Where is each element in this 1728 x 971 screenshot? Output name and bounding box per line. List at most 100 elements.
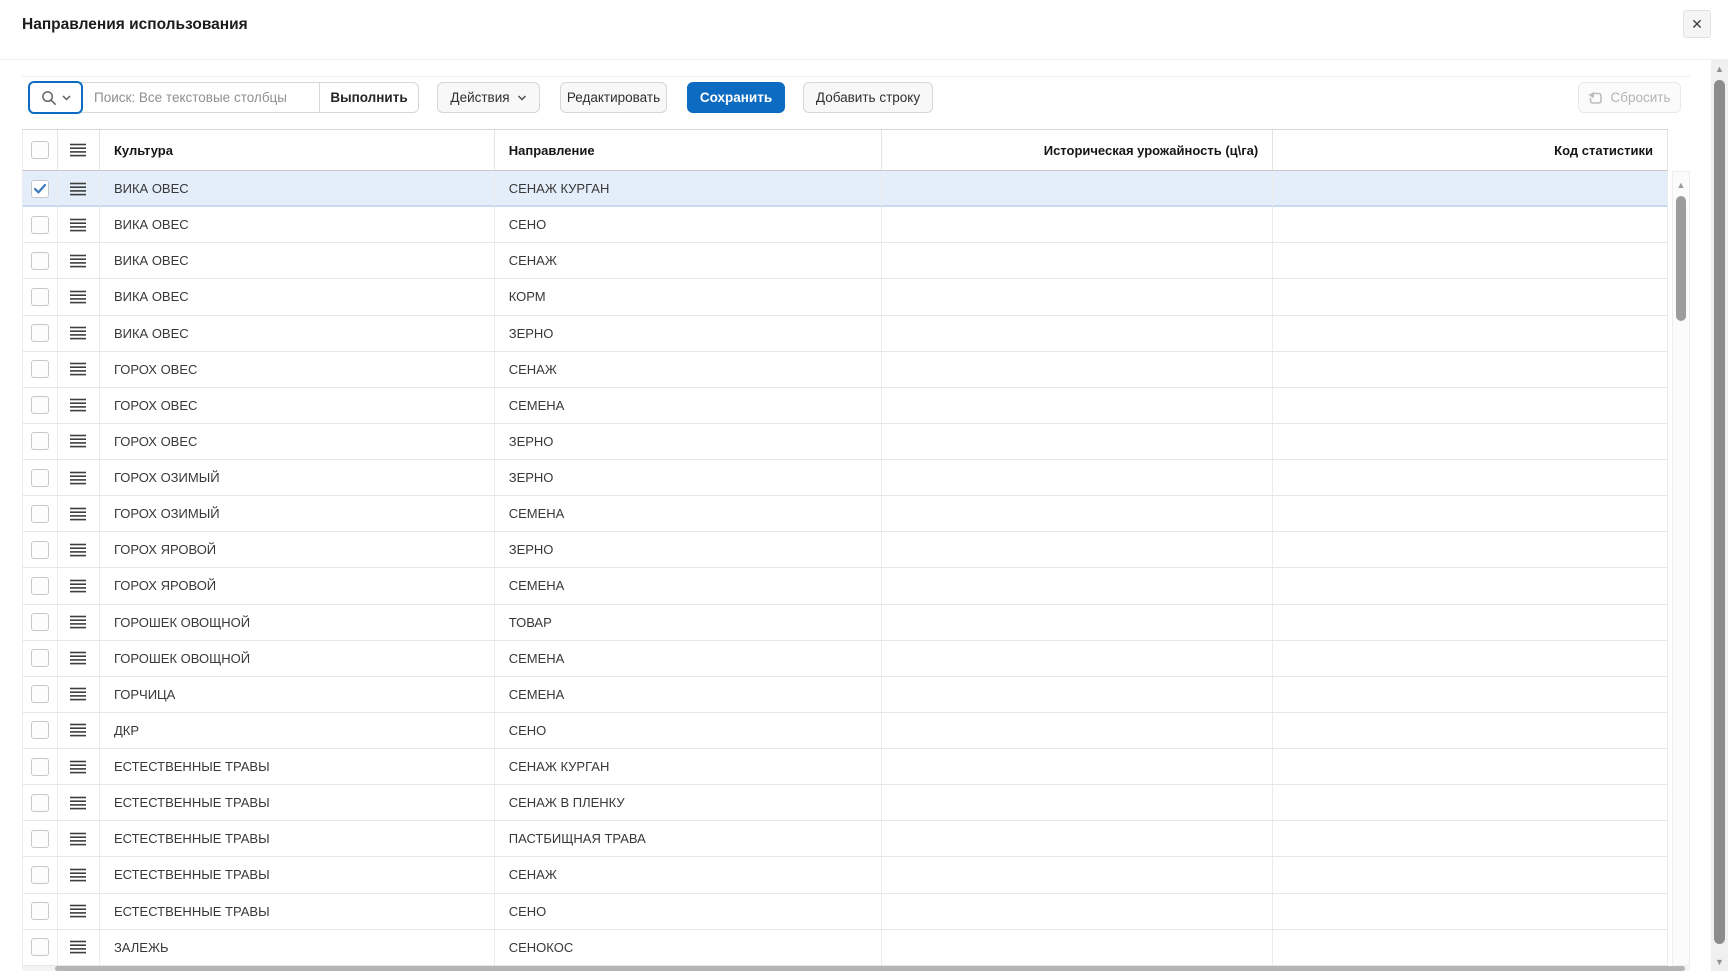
- cell-direction[interactable]: СЕНАЖ В ПЛЕНКУ: [495, 785, 883, 820]
- cell-stat-code[interactable]: [1273, 496, 1668, 531]
- row-menu-button[interactable]: [58, 821, 100, 856]
- cell-direction[interactable]: КОРМ: [495, 279, 883, 314]
- cell-stat-code[interactable]: [1273, 171, 1668, 206]
- table-row[interactable]: ЗАЛЕЖЬ СЕНОКОС: [22, 930, 1668, 966]
- cell-yield[interactable]: [882, 207, 1273, 242]
- cell-stat-code[interactable]: [1273, 641, 1668, 676]
- cell-stat-code[interactable]: [1273, 821, 1668, 856]
- cell-culture[interactable]: ЕСТЕСТВЕННЫЕ ТРАВЫ: [100, 857, 495, 892]
- table-row[interactable]: ГОРОХ ОВЕС СЕНАЖ: [22, 352, 1668, 388]
- row-menu-button[interactable]: [58, 857, 100, 892]
- row-checkbox[interactable]: [23, 930, 58, 965]
- cell-culture[interactable]: ГОРОХ ЯРОВОЙ: [100, 568, 495, 603]
- row-menu-button[interactable]: [58, 749, 100, 784]
- cell-direction[interactable]: СЕНАЖ: [495, 243, 883, 278]
- cell-direction[interactable]: СЕМЕНА: [495, 568, 883, 603]
- cell-stat-code[interactable]: [1273, 894, 1668, 929]
- table-row[interactable]: ВИКА ОВЕС СЕНАЖ КУРГАН: [22, 171, 1668, 207]
- cell-stat-code[interactable]: [1273, 460, 1668, 495]
- table-row[interactable]: ГОРЧИЦА СЕМЕНА: [22, 677, 1668, 713]
- cell-direction[interactable]: СЕНАЖ КУРГАН: [495, 171, 883, 206]
- row-menu-button[interactable]: [58, 171, 100, 206]
- reset-button[interactable]: Сбросить: [1578, 82, 1681, 113]
- cell-direction[interactable]: СЕНО: [495, 207, 883, 242]
- cell-stat-code[interactable]: [1273, 713, 1668, 748]
- row-menu-button[interactable]: [58, 460, 100, 495]
- cell-yield[interactable]: [882, 785, 1273, 820]
- row-checkbox[interactable]: [23, 605, 58, 640]
- cell-direction[interactable]: ЗЕРНО: [495, 532, 883, 567]
- table-row[interactable]: ГОРОХ ОЗИМЫЙ СЕМЕНА: [22, 496, 1668, 532]
- table-row[interactable]: ДКР СЕНО: [22, 713, 1668, 749]
- page-scrollbar-thumb[interactable]: [1714, 80, 1725, 944]
- cell-culture[interactable]: ГОРОХ ОВЕС: [100, 388, 495, 423]
- cell-direction[interactable]: ЗЕРНО: [495, 424, 883, 459]
- cell-yield[interactable]: [882, 243, 1273, 278]
- cell-culture[interactable]: ГОРОХ ЯРОВОЙ: [100, 532, 495, 567]
- cell-yield[interactable]: [882, 713, 1273, 748]
- table-row[interactable]: ГОРОШЕК ОВОЩНОЙ СЕМЕНА: [22, 641, 1668, 677]
- cell-culture[interactable]: ВИКА ОВЕС: [100, 316, 495, 351]
- row-checkbox[interactable]: [23, 857, 58, 892]
- cell-yield[interactable]: [882, 279, 1273, 314]
- row-menu-button[interactable]: [58, 243, 100, 278]
- column-header-culture[interactable]: Культура: [100, 130, 495, 170]
- row-checkbox[interactable]: [23, 243, 58, 278]
- scroll-up-icon[interactable]: ▲: [1711, 64, 1728, 74]
- row-menu-button[interactable]: [58, 568, 100, 603]
- column-header-direction[interactable]: Направление: [495, 130, 883, 170]
- cell-direction[interactable]: СЕМЕНА: [495, 496, 883, 531]
- edit-button[interactable]: Редактировать: [560, 82, 667, 113]
- cell-culture[interactable]: ГОРОХ ОЗИМЫЙ: [100, 496, 495, 531]
- close-button[interactable]: ✕: [1683, 10, 1711, 38]
- cell-direction[interactable]: ТОВАР: [495, 605, 883, 640]
- cell-yield[interactable]: [882, 352, 1273, 387]
- cell-direction[interactable]: СЕНО: [495, 894, 883, 929]
- cell-stat-code[interactable]: [1273, 243, 1668, 278]
- save-button[interactable]: Сохранить: [687, 82, 785, 113]
- row-checkbox[interactable]: [23, 207, 58, 242]
- cell-culture[interactable]: ДКР: [100, 713, 495, 748]
- cell-stat-code[interactable]: [1273, 388, 1668, 423]
- cell-stat-code[interactable]: [1273, 568, 1668, 603]
- row-checkbox[interactable]: [23, 279, 58, 314]
- row-checkbox[interactable]: [23, 424, 58, 459]
- cell-yield[interactable]: [882, 605, 1273, 640]
- table-row[interactable]: ГОРОХ ОЗИМЫЙ ЗЕРНО: [22, 460, 1668, 496]
- cell-direction[interactable]: СЕНАЖ: [495, 857, 883, 892]
- table-row[interactable]: ВИКА ОВЕС ЗЕРНО: [22, 316, 1668, 352]
- execute-button[interactable]: Выполнить: [319, 83, 418, 112]
- cell-yield[interactable]: [882, 424, 1273, 459]
- cell-culture[interactable]: ЗАЛЕЖЬ: [100, 930, 495, 965]
- cell-culture[interactable]: ГОРОШЕК ОВОЩНОЙ: [100, 641, 495, 676]
- row-menu-button[interactable]: [58, 641, 100, 676]
- cell-stat-code[interactable]: [1273, 279, 1668, 314]
- row-checkbox[interactable]: [23, 568, 58, 603]
- cell-yield[interactable]: [882, 496, 1273, 531]
- row-menu-button[interactable]: [58, 388, 100, 423]
- row-menu-button[interactable]: [58, 677, 100, 712]
- column-header-yield[interactable]: Историческая урожайность (ц\га): [882, 130, 1273, 170]
- row-checkbox[interactable]: [23, 388, 58, 423]
- cell-culture[interactable]: ЕСТЕСТВЕННЫЕ ТРАВЫ: [100, 785, 495, 820]
- row-checkbox[interactable]: [23, 316, 58, 351]
- cell-culture[interactable]: ГОРОХ ОЗИМЫЙ: [100, 460, 495, 495]
- cell-stat-code[interactable]: [1273, 930, 1668, 965]
- row-checkbox[interactable]: [23, 496, 58, 531]
- add-row-button[interactable]: Добавить строку: [803, 82, 933, 113]
- cell-culture[interactable]: ВИКА ОВЕС: [100, 279, 495, 314]
- row-menu-button[interactable]: [58, 532, 100, 567]
- cell-direction[interactable]: ПАСТБИЩНАЯ ТРАВА: [495, 821, 883, 856]
- row-menu-button[interactable]: [58, 785, 100, 820]
- row-menu-button[interactable]: [58, 713, 100, 748]
- cell-yield[interactable]: [882, 460, 1273, 495]
- table-row[interactable]: ВИКА ОВЕС СЕНАЖ: [22, 243, 1668, 279]
- row-menu-button[interactable]: [58, 207, 100, 242]
- table-row[interactable]: ГОРОШЕК ОВОЩНОЙ ТОВАР: [22, 605, 1668, 641]
- cell-yield[interactable]: [882, 930, 1273, 965]
- row-menu-button[interactable]: [58, 352, 100, 387]
- row-checkbox[interactable]: [23, 532, 58, 567]
- column-header-stat-code[interactable]: Код статистики: [1273, 130, 1668, 170]
- cell-culture[interactable]: ЕСТЕСТВЕННЫЕ ТРАВЫ: [100, 749, 495, 784]
- cell-yield[interactable]: [882, 641, 1273, 676]
